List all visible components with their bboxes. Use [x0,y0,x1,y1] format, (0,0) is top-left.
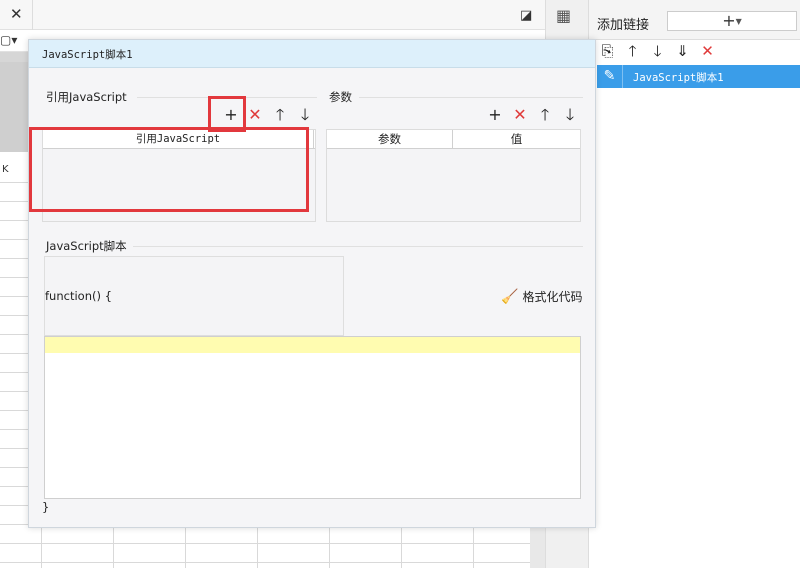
format-code-label: 格式化代码 [522,290,583,304]
background-toolbar: ✕ ◪ [0,0,545,30]
delete-icon[interactable]: ✕ [699,42,716,60]
ref-delete-icon[interactable]: ✕ [247,107,263,123]
param-value-column-header[interactable]: 值 [453,130,580,149]
params-divider [359,97,583,98]
arrow-up-icon[interactable]: 🡑 [624,42,641,60]
add-link-dropdown[interactable]: +▼ [667,11,797,31]
toolbar-divider [32,0,33,30]
param-move-up-icon[interactable]: 🡑 [537,107,553,123]
script-section-label: JavaScript脚本 [46,239,127,253]
script-divider [133,246,583,247]
arrow-down-icon[interactable]: 🡓 [649,42,666,60]
broom-icon: 🧹 [501,288,519,305]
ref-move-down-icon[interactable]: 🡓 [297,107,313,123]
ref-table-highlight [29,127,309,212]
link-panel-header: 添加链接 +▼ [589,0,800,40]
dialog-title: JavaScript脚本1 [42,49,133,61]
ref-js-section-label: 引用JavaScript [46,90,127,104]
dialog-title-bar: JavaScript脚本1 [29,40,595,68]
layout-icon[interactable]: ▦ [556,6,571,25]
link-panel: 添加链接 +▼ ⎘ 🡑 🡓 ⇓ ✕ ✎ JavaScript脚本1 [588,0,800,568]
copy-icon[interactable]: ⎘ [599,42,616,60]
param-move-down-icon[interactable]: 🡓 [562,107,578,123]
javascript-dialog: JavaScript脚本1 引用JavaScript + ✕ 🡑 🡓 引用Jav… [28,39,596,528]
param-name-column-header[interactable]: 参数 [327,130,453,149]
link-panel-title: 添加链接 [597,18,650,33]
border-dropdown-icon[interactable]: ▢▾ [0,33,17,47]
params-table-header: 参数 值 [327,130,580,149]
link-list-item[interactable]: ✎ JavaScript脚本1 [597,65,800,88]
param-delete-icon[interactable]: ✕ [512,107,528,123]
function-close-text: } [42,500,50,514]
format-code-button[interactable]: 🧹 格式化代码 [501,288,582,305]
pencil-icon[interactable]: ✎ [597,65,623,88]
format-painter-icon[interactable]: ◪ [520,8,532,23]
chevron-down-icon: ▼ [735,17,742,26]
code-editor[interactable] [44,336,581,499]
link-list-item-label: JavaScript脚本1 [633,72,724,84]
link-panel-toolbar: ⎘ 🡑 🡓 ⇓ ✕ [599,41,716,61]
function-open-text: function() { [45,289,112,303]
param-add-icon[interactable]: + [487,107,503,123]
params-section-label: 参数 [329,90,352,104]
params-table: 参数 值 [326,129,581,222]
editor-active-line [45,337,580,353]
plus-icon: + [722,11,736,30]
close-tab-icon[interactable]: ✕ [10,5,23,23]
ref-move-up-icon[interactable]: 🡑 [272,107,288,123]
sort-down-icon[interactable]: ⇓ [674,42,691,60]
